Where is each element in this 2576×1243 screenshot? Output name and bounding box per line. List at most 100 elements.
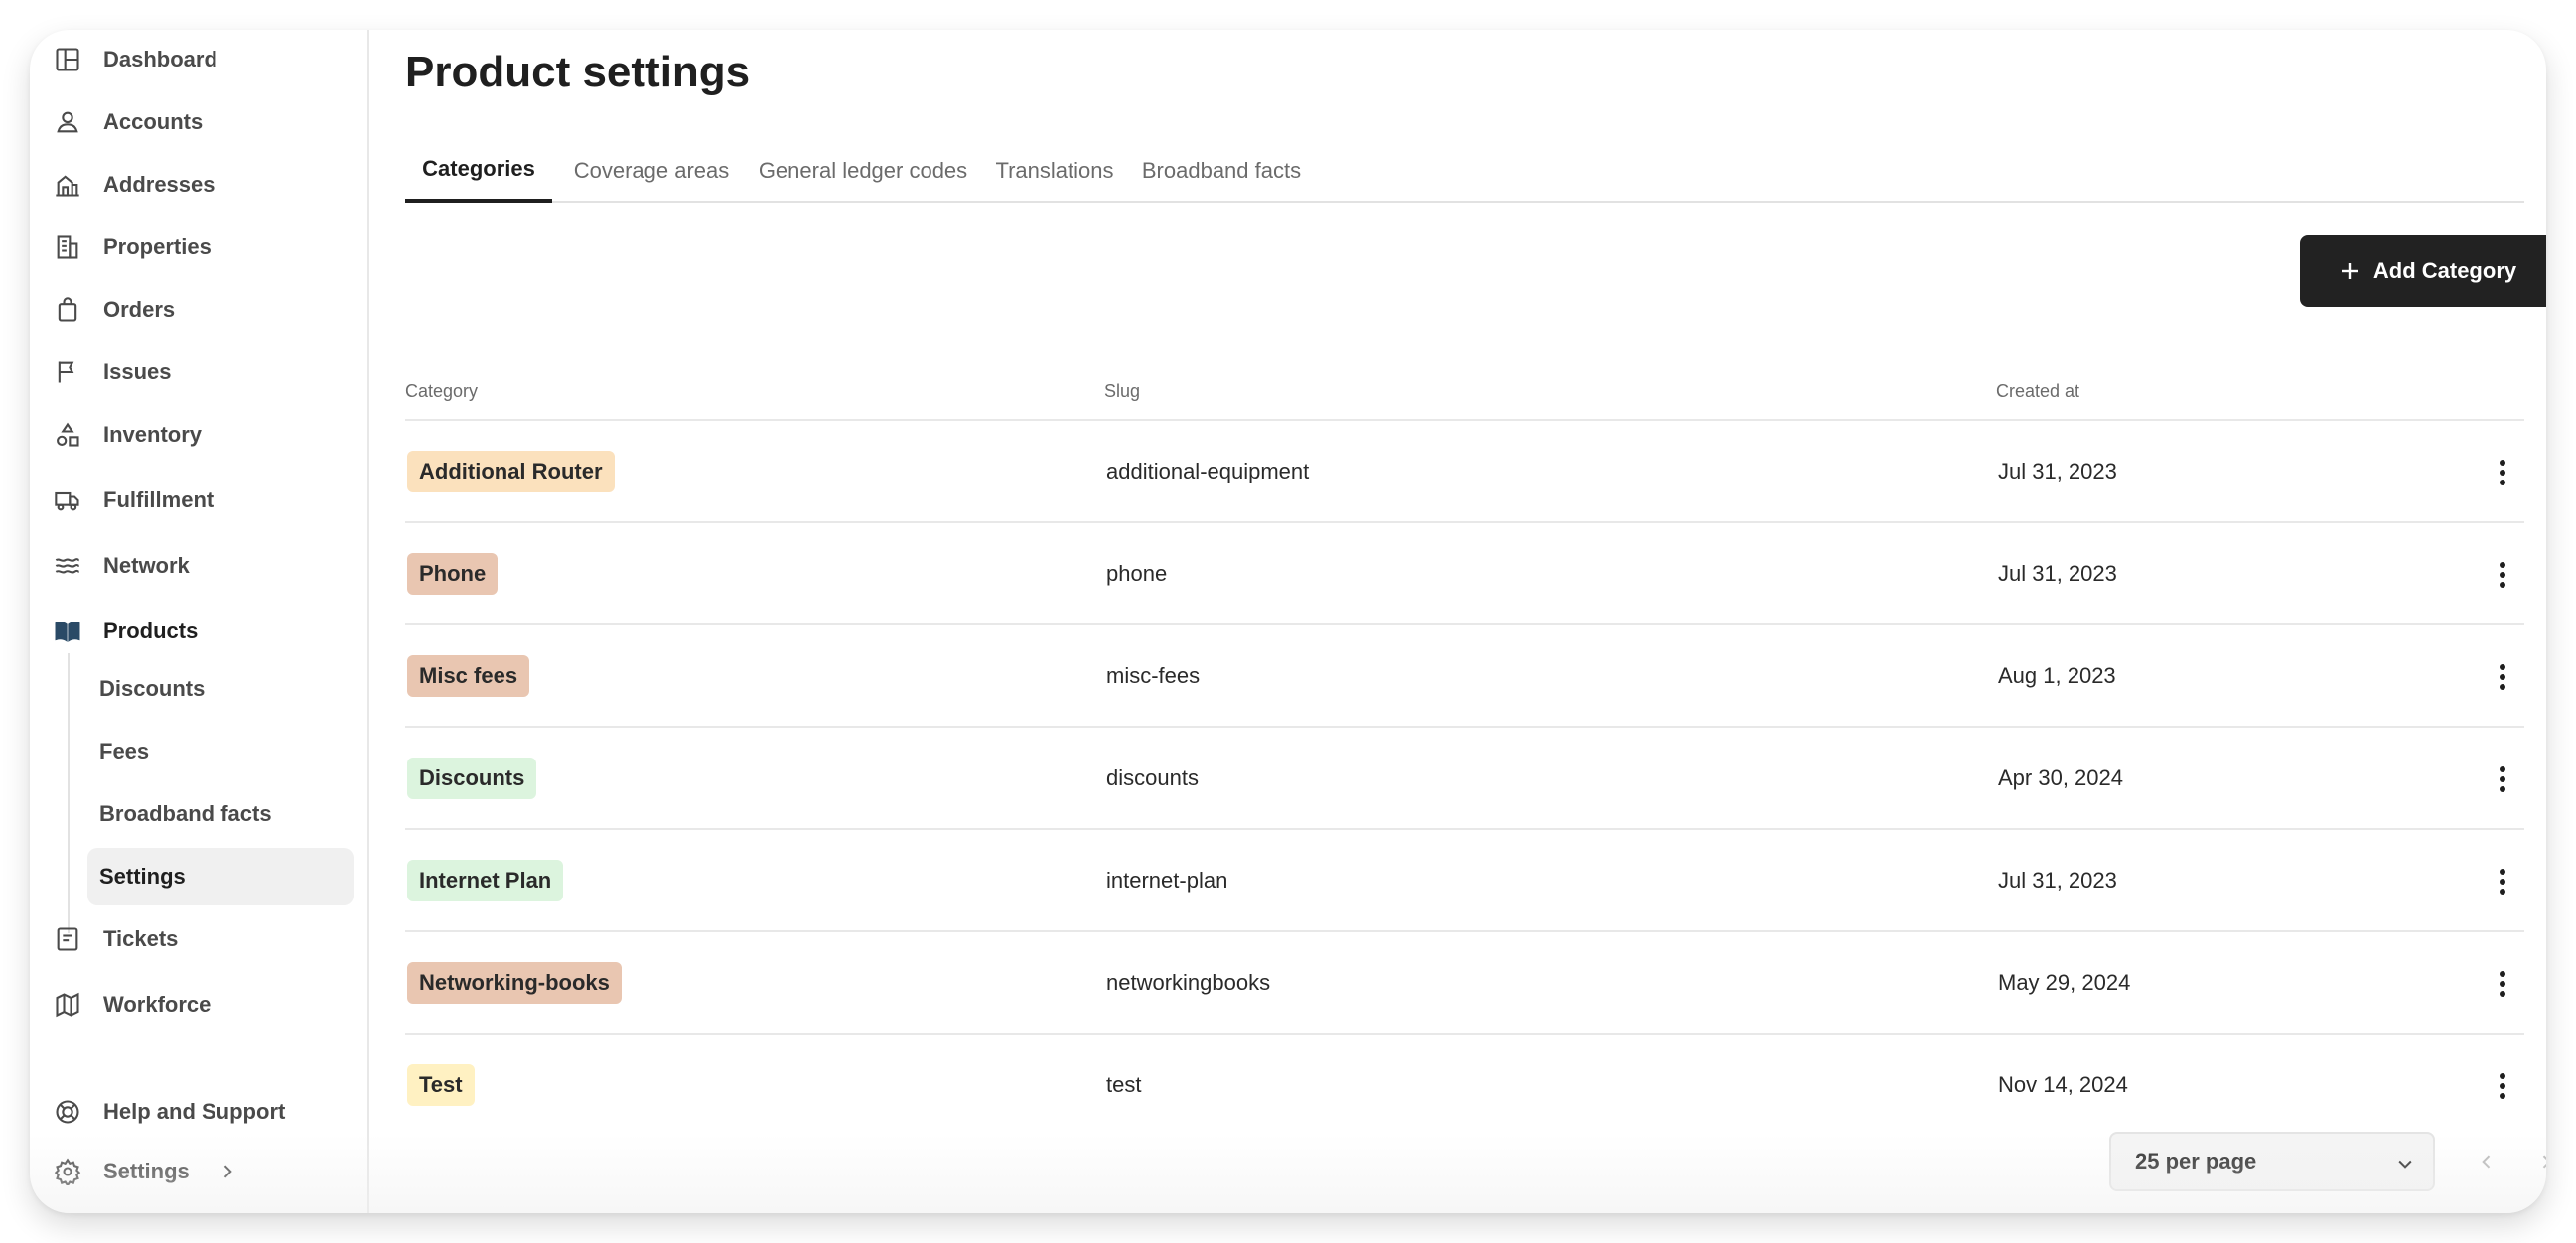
sidebar-subitem-discounts[interactable]: Discounts (87, 660, 354, 718)
category-chip: Internet Plan (407, 860, 564, 901)
category-chip: Phone (407, 553, 499, 595)
sidebar-subitem-settings[interactable]: Settings (87, 848, 354, 905)
map-icon (52, 989, 83, 1021)
page-title: Product settings (405, 48, 751, 96)
category-chip: Test (407, 1064, 475, 1106)
house-icon (52, 169, 83, 201)
tab-general-ledger-codes[interactable]: General ledger codes (753, 139, 973, 203)
sidebar-item-accounts[interactable]: Accounts (50, 98, 348, 146)
row-actions-button[interactable] (2485, 557, 2520, 593)
sidebar-settings[interactable]: Settings (50, 1148, 348, 1195)
table-row[interactable]: Networking-books networkingbooks May 29, 2… (405, 932, 2524, 1035)
sidebar-item-tickets[interactable]: Tickets (50, 915, 348, 963)
sidebar-item-label: Properties (103, 234, 212, 259)
sidebar-item-orders[interactable]: Orders (50, 286, 348, 334)
table-row[interactable]: Discounts discounts Apr 30, 2024 (405, 728, 2524, 830)
building-icon (52, 231, 83, 263)
row-actions-button[interactable] (2485, 966, 2520, 1002)
sidebar-item-label: Help and Support (103, 1099, 286, 1124)
slug-cell: test (1106, 1072, 1142, 1097)
category-chip: Additional Router (407, 451, 615, 492)
table-row[interactable]: Internet Plan internet-plan Jul 31, 2023 (405, 830, 2524, 932)
table-header: Category Slug Created at (405, 357, 2524, 421)
table-row[interactable]: Test test Nov 14, 2024 (405, 1035, 2524, 1137)
chevron-left-icon (2482, 1155, 2491, 1169)
sidebar-item-label: Settings (103, 1159, 190, 1183)
more-vertical-icon (2500, 971, 2505, 997)
user-icon (52, 106, 83, 138)
table-body: Additional Router additional-equipment Jul… (405, 421, 2524, 1137)
row-actions-button[interactable] (2485, 659, 2520, 695)
sidebar-item-label: Orders (103, 297, 176, 322)
sidebar-item-network[interactable]: Network (50, 542, 348, 590)
app-window: Dashboard Accounts Addresses Properties (30, 30, 2546, 1213)
sidebar-item-inventory[interactable]: Inventory (50, 411, 348, 459)
created-at-cell: Jul 31, 2023 (1998, 868, 2117, 893)
sidebar-help-support[interactable]: Help and Support (50, 1088, 348, 1136)
sidebar-item-label: Network (103, 553, 190, 578)
tab-broadband-facts[interactable]: Broadband facts (1136, 139, 1307, 203)
row-actions-button[interactable] (2485, 1068, 2520, 1104)
sidebar-item-label: Tickets (103, 926, 179, 951)
sidebar-item-label: Accounts (103, 109, 204, 134)
category-chip: Misc fees (407, 655, 530, 697)
row-actions-button[interactable] (2485, 761, 2520, 797)
table-row[interactable]: Additional Router additional-equipment Jul… (405, 421, 2524, 523)
table-row[interactable]: Phone phone Jul 31, 2023 (405, 523, 2524, 625)
tab-coverage-areas[interactable]: Coverage areas (570, 139, 733, 203)
sidebar-item-label: Issues (103, 359, 172, 384)
flag-icon (52, 356, 83, 388)
created-at-cell: Jul 31, 2023 (1998, 561, 2117, 586)
category-chip: Discounts (407, 758, 537, 799)
created-at-cell: Jul 31, 2023 (1998, 459, 2117, 483)
book-open-icon (52, 616, 83, 647)
waves-icon (52, 550, 83, 582)
row-actions-button[interactable] (2485, 455, 2520, 490)
chevron-right-icon (2542, 1155, 2546, 1169)
sidebar-item-label: Products (103, 619, 199, 643)
slug-cell: discounts (1106, 765, 1199, 790)
main-content: Product settings Categories Coverage are… (405, 30, 2546, 1213)
tab-categories[interactable]: Categories (405, 139, 552, 203)
add-category-label: Add Category (2372, 258, 2517, 283)
sidebar-item-workforce[interactable]: Workforce (50, 981, 348, 1029)
table-row[interactable]: Misc fees misc-fees Aug 1, 2023 (405, 625, 2524, 728)
slug-cell: internet-plan (1106, 868, 1228, 893)
sidebar-subitem-broadband-facts[interactable]: Broadband facts (87, 785, 354, 843)
chevron-down-icon (2395, 1154, 2415, 1174)
previous-page-button[interactable] (2469, 1144, 2504, 1179)
created-at-cell: Apr 30, 2024 (1998, 765, 2123, 790)
more-vertical-icon (2500, 869, 2505, 895)
sidebar-item-label: Addresses (103, 172, 215, 197)
more-vertical-icon (2500, 664, 2505, 690)
sidebar-item-fulfillment[interactable]: Fulfillment (50, 477, 348, 524)
sidebar-item-issues[interactable]: Issues (50, 348, 348, 396)
more-vertical-icon (2500, 460, 2505, 485)
sidebar-item-label: Inventory (103, 422, 203, 447)
slug-cell: additional-equipment (1106, 459, 1310, 483)
sidebar-item-products[interactable]: Products (50, 608, 348, 655)
sidebar-subitem-fees[interactable]: Fees (87, 723, 354, 780)
more-vertical-icon (2500, 1073, 2505, 1099)
tab-translations[interactable]: Translations (991, 139, 1118, 203)
created-at-cell: Nov 14, 2024 (1998, 1072, 2128, 1097)
plus-icon (2341, 263, 2358, 279)
add-category-button[interactable]: Add Category (2300, 235, 2546, 307)
sidebar-item-label: Fulfillment (103, 487, 215, 512)
truck-icon (52, 484, 83, 516)
column-header-category: Category (405, 381, 479, 401)
sidebar: Dashboard Accounts Addresses Properties (30, 30, 369, 1213)
next-page-button[interactable] (2528, 1144, 2546, 1179)
more-vertical-icon (2500, 562, 2505, 588)
categories-table: Category Slug Created at Additional Rout… (405, 357, 2524, 1137)
layout-icon (52, 44, 83, 75)
column-header-created-at: Created at (1996, 381, 2080, 401)
slug-cell: networkingbooks (1106, 970, 1271, 995)
sidebar-item-dashboard[interactable]: Dashboard (50, 36, 348, 83)
slug-cell: phone (1106, 561, 1168, 586)
sidebar-item-addresses[interactable]: Addresses (50, 161, 348, 208)
sidebar-item-properties[interactable]: Properties (50, 223, 348, 271)
per-page-select[interactable]: 25 per page (2109, 1132, 2435, 1191)
more-vertical-icon (2500, 766, 2505, 792)
row-actions-button[interactable] (2485, 864, 2520, 899)
